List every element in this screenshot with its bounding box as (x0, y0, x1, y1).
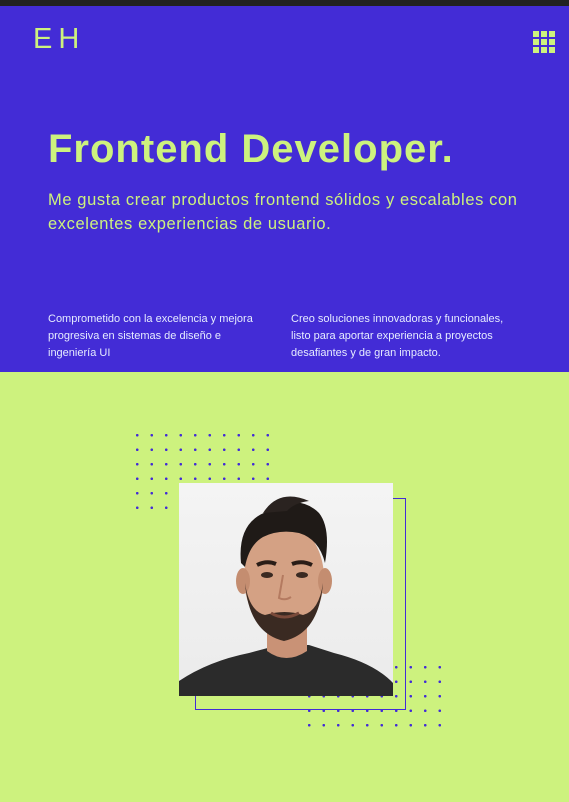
hero-section: EH Frontend Developer. Me gusta crear pr… (0, 6, 569, 372)
page-title: Frontend Developer. (48, 127, 454, 171)
hero-text-right: Creo soluciones innovadoras y funcionale… (291, 313, 504, 359)
profile-section (0, 372, 569, 802)
hero-text-left: Comprometido con la excelencia y mejora … (48, 313, 253, 359)
hero-subtitle: Me gusta crear productos frontend sólido… (48, 191, 518, 233)
profile-photo (179, 483, 393, 696)
grid-menu-icon[interactable] (533, 31, 555, 53)
logo[interactable]: EH (33, 23, 85, 56)
